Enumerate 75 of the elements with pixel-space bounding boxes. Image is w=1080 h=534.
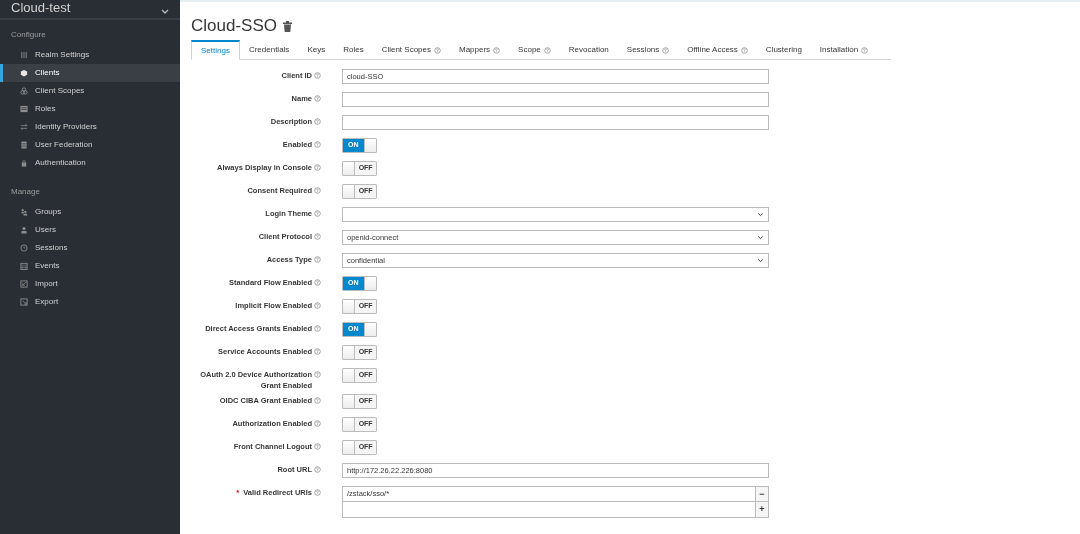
sliders-icon	[20, 51, 28, 59]
select-field[interactable]	[342, 207, 769, 222]
tab[interactable]: Installation	[810, 40, 878, 60]
help-icon	[314, 233, 321, 240]
help-icon	[314, 210, 321, 217]
help-icon	[314, 348, 321, 355]
clock-icon	[20, 244, 28, 252]
chevron-icon	[757, 211, 764, 218]
cube-icon	[20, 69, 28, 77]
tab[interactable]: Roles	[334, 40, 373, 60]
help-icon	[314, 118, 321, 125]
sidebar-item[interactable]: Identity Providers	[0, 118, 180, 136]
sidebar-item[interactable]: Realm Settings	[0, 46, 180, 64]
help-icon	[314, 466, 321, 473]
export-icon	[20, 298, 28, 306]
sidebar-item[interactable]: Sessions	[0, 239, 180, 257]
help-icon	[314, 187, 321, 194]
help-icon	[314, 397, 321, 404]
sidebar-item[interactable]: Import	[0, 275, 180, 293]
sidebar-item[interactable]: Events	[0, 257, 180, 275]
text-field[interactable]	[342, 115, 769, 130]
help-icon	[314, 95, 321, 102]
help-icon	[314, 164, 321, 171]
arrows-icon	[20, 123, 28, 131]
database-icon	[20, 141, 28, 149]
tab[interactable]: Keys	[298, 40, 335, 60]
sidebar-item[interactable]: Clients	[0, 64, 180, 82]
help-icon	[314, 141, 321, 148]
help-icon	[493, 46, 501, 54]
circles-icon	[20, 87, 28, 95]
users-icon	[20, 208, 28, 216]
help-icon	[662, 46, 670, 54]
sidebar-item[interactable]: Client Scopes	[0, 82, 180, 100]
help-icon	[314, 325, 321, 332]
chevron-icon	[757, 234, 764, 241]
help-icon	[314, 371, 321, 378]
tab[interactable]: Scope	[509, 40, 560, 60]
help-icon	[314, 420, 321, 427]
section-heading: Manage	[10, 186, 41, 198]
realm-name[interactable]: Cloud-test	[11, 1, 71, 15]
chevron-icon[interactable]	[161, 9, 169, 15]
help-icon	[314, 72, 321, 79]
tab[interactable]: Revocation	[559, 40, 618, 60]
help-icon	[314, 256, 321, 263]
tab[interactable]: Mappers	[450, 40, 510, 60]
tab[interactable]: Clustering	[756, 40, 811, 60]
tab[interactable]: Settings	[191, 40, 240, 60]
page-title: Cloud-SSO	[191, 15, 277, 38]
sidebar-item[interactable]: Authentication	[0, 154, 180, 172]
tab[interactable]: Sessions	[617, 40, 679, 60]
help-icon	[314, 279, 321, 286]
help-icon	[434, 46, 441, 54]
help-icon	[740, 46, 748, 54]
tab[interactable]: Offline Access	[678, 40, 757, 60]
sidebar-item[interactable]: Users	[0, 221, 180, 239]
tab[interactable]: Client Scopes	[372, 40, 450, 60]
text-field[interactable]	[342, 92, 769, 107]
calendar-icon	[20, 262, 28, 270]
sidebar-item[interactable]: Export	[0, 293, 180, 311]
sidebar-item[interactable]: Roles	[0, 100, 180, 118]
help-icon	[861, 46, 869, 54]
sidebar-item[interactable]: Groups	[0, 203, 180, 221]
tab[interactable]: Credentials	[239, 40, 299, 60]
import-icon	[20, 280, 28, 288]
help-icon	[314, 443, 321, 450]
list-icon	[20, 105, 28, 113]
lock-icon	[20, 159, 28, 167]
chevron-icon	[757, 257, 764, 264]
help-icon	[314, 302, 321, 309]
section-heading: Configure	[10, 29, 47, 41]
help-icon	[543, 46, 551, 54]
trash-icon[interactable]	[283, 20, 292, 32]
user-icon	[20, 226, 28, 234]
sidebar-item[interactable]: User Federation	[0, 136, 180, 154]
help-icon	[314, 489, 321, 496]
